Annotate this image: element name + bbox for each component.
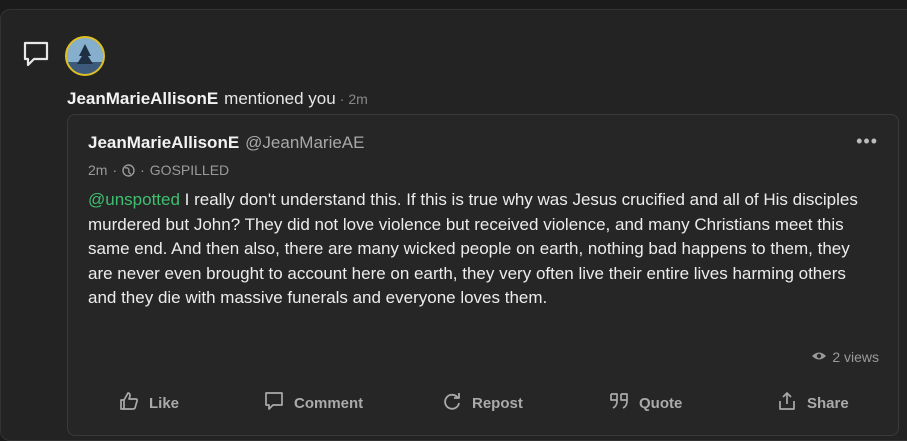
views-label: 2 views (832, 349, 879, 365)
more-options-icon[interactable]: ••• (856, 131, 878, 152)
share-button[interactable]: Share (777, 391, 849, 415)
like-button[interactable]: Like (119, 391, 179, 415)
notification-time: 2m (348, 91, 368, 107)
separator: · (140, 162, 145, 178)
notification-headline: JeanMarieAllisonE mentioned you · 2m (67, 89, 368, 109)
comment-label: Comment (294, 394, 364, 412)
quote-button[interactable]: Quote (609, 391, 682, 415)
notification-username[interactable]: JeanMarieAllisonE (67, 89, 218, 108)
quote-label: Quote (639, 394, 683, 412)
post-meta: 2m · · GOSPILLED (88, 162, 229, 178)
views-count: 2 views (811, 349, 879, 365)
comment-button[interactable]: Comment (264, 391, 363, 415)
comment-icon (264, 391, 284, 415)
post-body: @unspotted I really don't understand thi… (88, 188, 878, 311)
post-author-name[interactable]: JeanMarieAllisonE (88, 133, 239, 152)
post-time: 2m (88, 162, 108, 178)
separator: · (112, 162, 118, 178)
eye-icon (811, 349, 827, 365)
like-label: Like (149, 394, 180, 412)
repost-button[interactable]: Repost (442, 391, 523, 415)
avatar[interactable] (65, 36, 105, 76)
post-author-handle[interactable]: @JeanMarieAE (245, 133, 364, 152)
quote-icon (609, 391, 629, 415)
share-label: Share (807, 394, 849, 412)
mentioned-post[interactable]: JeanMarieAllisonE @JeanMarieAE ••• 2m · ·… (67, 114, 899, 436)
share-icon (777, 391, 797, 415)
post-group[interactable]: GOSPILLED (150, 162, 229, 178)
post-text: I really don't understand this. If this … (88, 190, 858, 307)
repost-label: Repost (472, 394, 523, 412)
separator: · (339, 91, 345, 107)
repost-icon (442, 391, 462, 415)
comment-icon (22, 40, 50, 68)
group-icon (122, 163, 135, 177)
notification-action: mentioned you (224, 89, 336, 108)
mention-link[interactable]: @unspotted (88, 190, 180, 209)
thumbs-up-icon (119, 391, 139, 415)
post-author: JeanMarieAllisonE @JeanMarieAE (88, 133, 364, 153)
post-actions: Like Comment Repost Quote Share (68, 391, 898, 415)
